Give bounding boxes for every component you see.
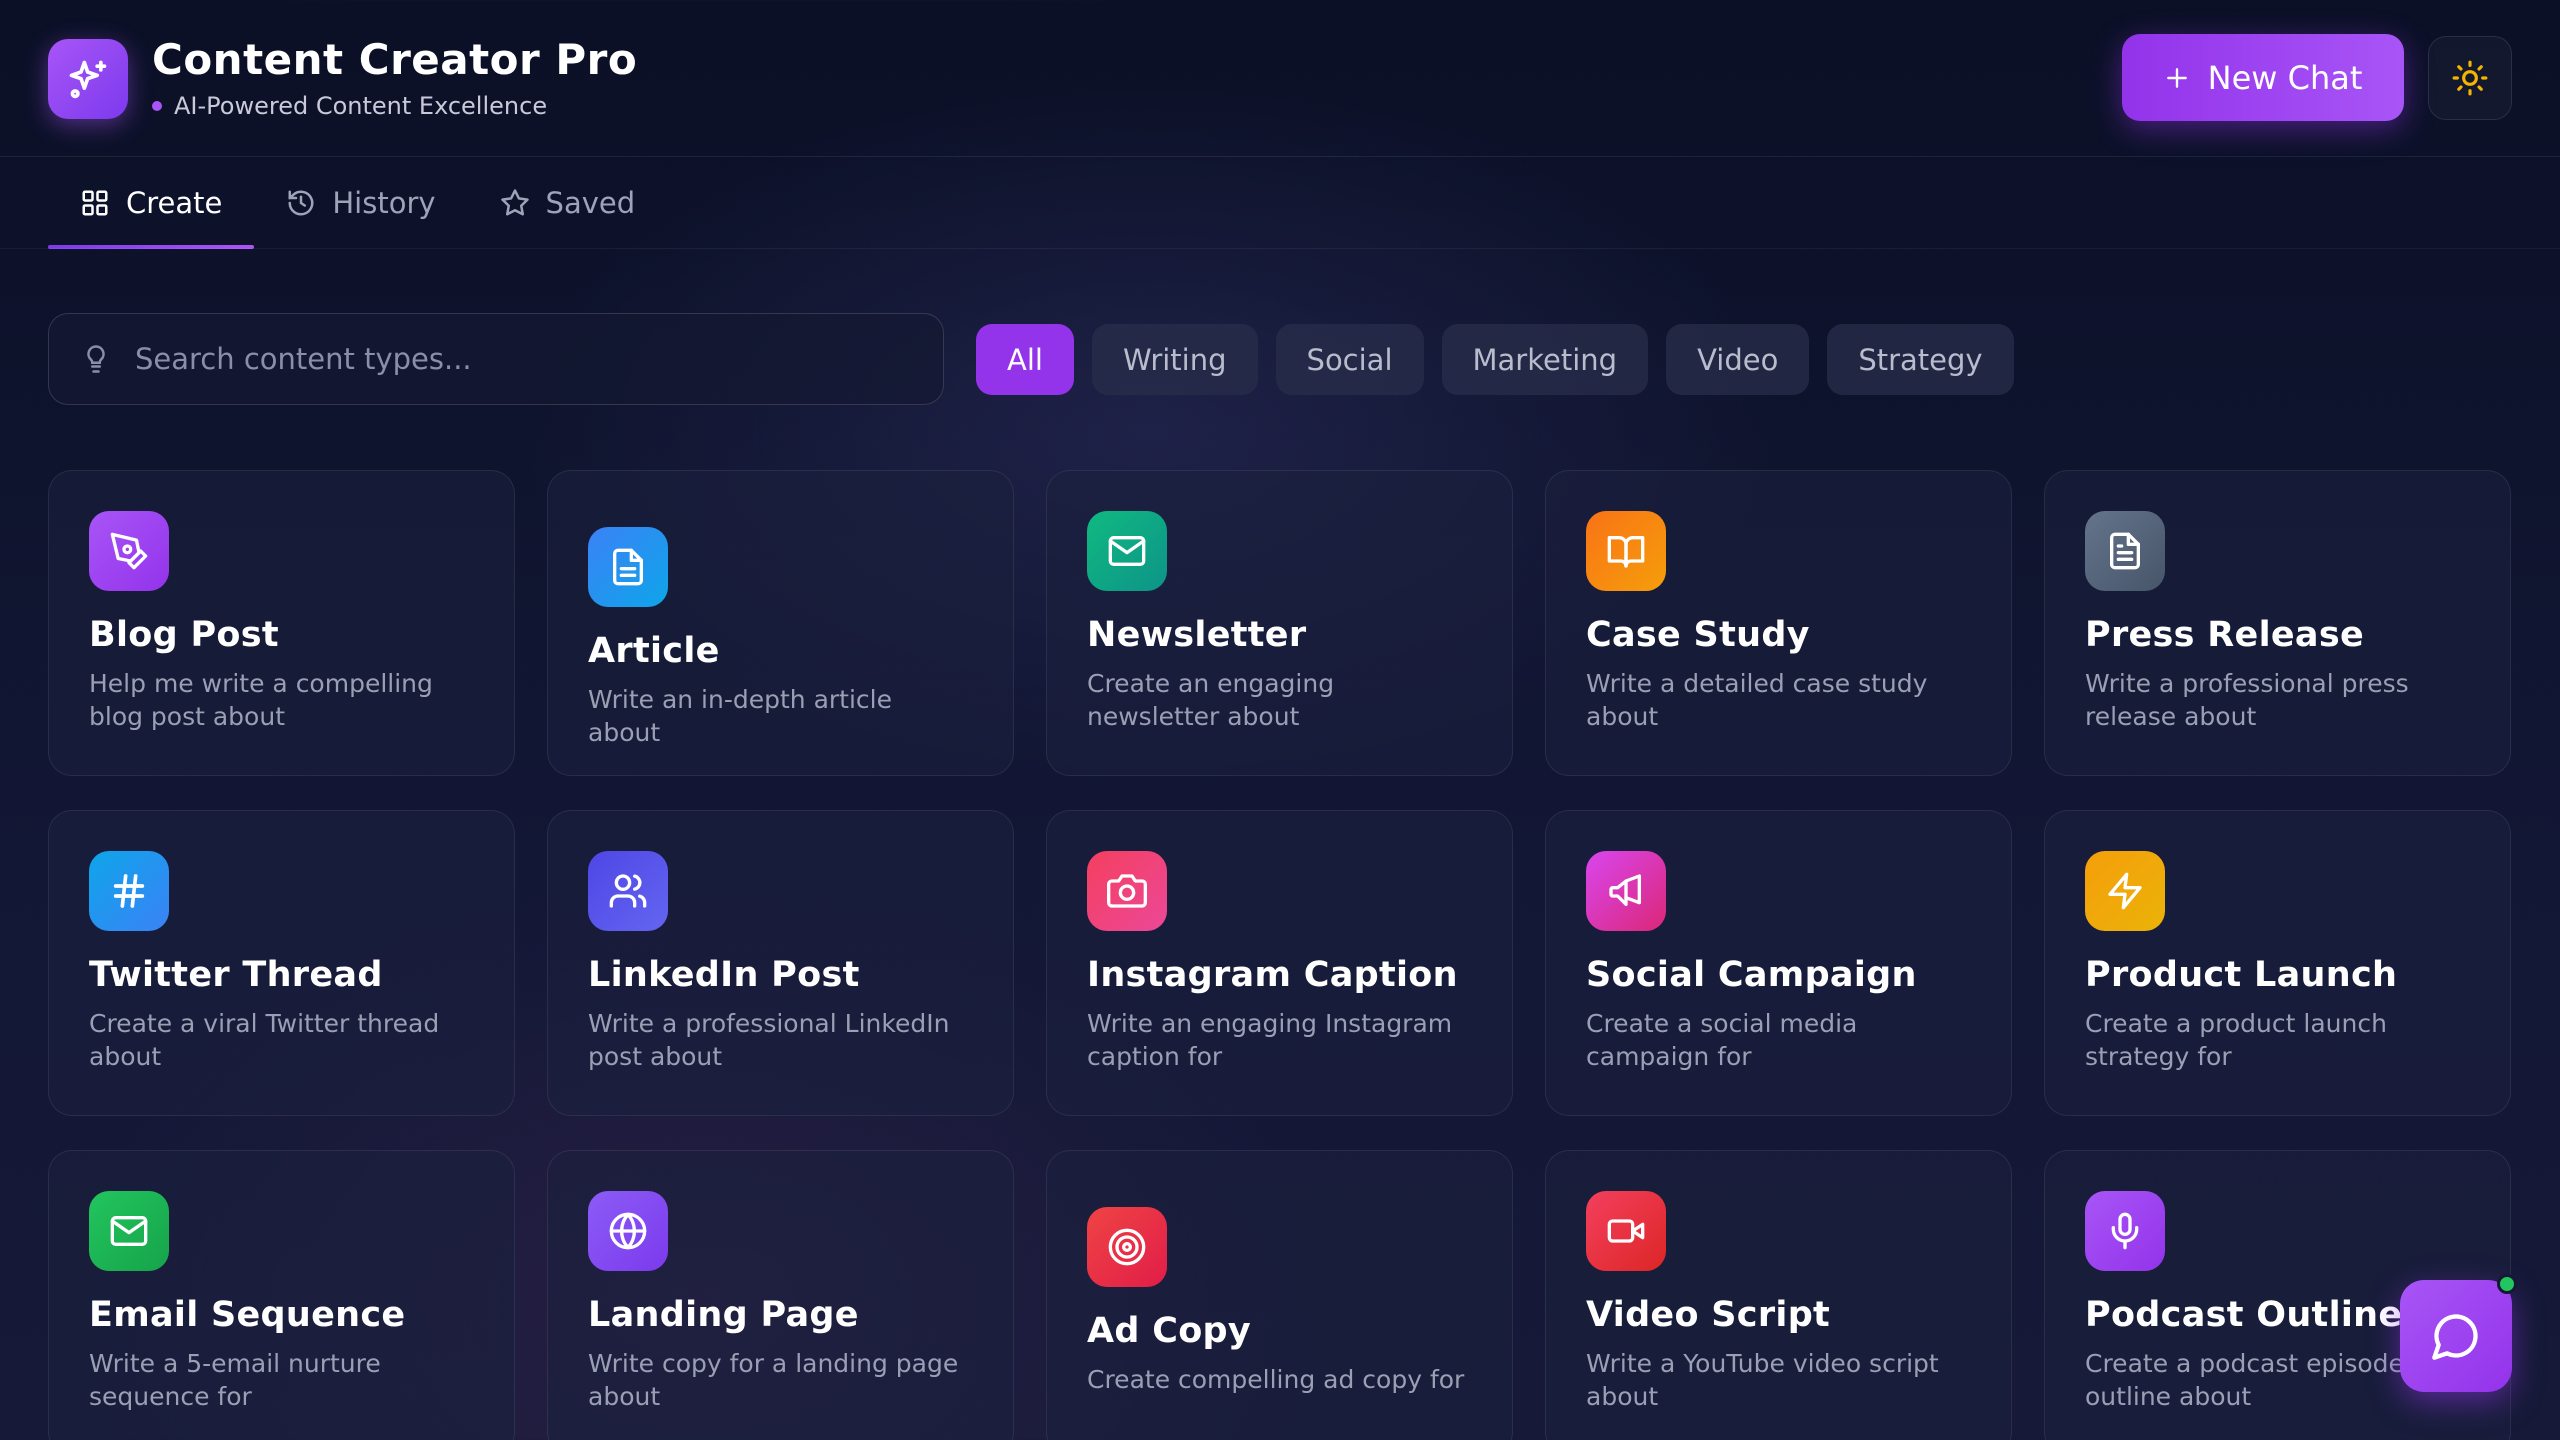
divider <box>0 248 2560 249</box>
history-icon <box>288 190 314 216</box>
card-description: Write a 5-email nurture sequence for <box>89 1349 381 1411</box>
app-title: Content Creator Pro <box>152 35 638 84</box>
card-title: Landing Page <box>588 1295 859 1335</box>
card-title: LinkedIn Post <box>588 955 860 995</box>
card-description: Create an engaging newsletter about <box>1087 669 1335 731</box>
filter-strategy[interactable]: Strategy <box>1827 324 2014 395</box>
card-twitter-thread[interactable]: Twitter Thread Create a viral Twitter th… <box>48 810 515 1116</box>
mail-icon <box>89 1191 169 1271</box>
card-description: Create a product launch strategy for <box>2085 1009 2387 1071</box>
zap-icon <box>2085 851 2165 931</box>
card-case-study[interactable]: Case Study Write a detailed case study a… <box>1545 470 2012 776</box>
card-description: Create compelling ad copy for <box>1087 1365 1465 1394</box>
card-title: Case Study <box>1586 615 1810 655</box>
mic-icon <box>2085 1191 2165 1271</box>
card-title: Press Release <box>2085 615 2365 655</box>
card-article[interactable]: Article Write an in-depth article about <box>547 470 1014 776</box>
card-description: Write copy for a landing page about <box>588 1349 959 1411</box>
card-title: Blog Post <box>89 615 279 655</box>
search-input[interactable] <box>135 342 895 376</box>
plus-icon <box>2166 67 2187 88</box>
card-description: Create a viral Twitter thread about <box>89 1009 440 1071</box>
card-press-release[interactable]: Press Release Write a professional press… <box>2044 470 2511 776</box>
card-description: Write a YouTube video script about <box>1586 1349 1939 1411</box>
chat-bubble-icon <box>2432 1314 2478 1360</box>
globe-icon <box>588 1191 668 1271</box>
filter-social[interactable]: Social <box>1275 324 1424 395</box>
filter-chips: All Writing Social Marketing Video Strat… <box>976 324 2014 395</box>
new-chat-button[interactable]: New Chat <box>2122 34 2404 121</box>
card-title: Twitter Thread <box>89 955 383 995</box>
star-icon <box>500 189 529 216</box>
card-description: Write an in-depth article about <box>588 685 893 747</box>
card-product-launch[interactable]: Product Launch Create a product launch s… <box>2044 810 2511 1116</box>
lightbulb-icon <box>87 345 105 373</box>
content-type-grid: Blog Post Help me write a compelling blo… <box>48 470 2511 1440</box>
filter-marketing[interactable]: Marketing <box>1441 324 1649 395</box>
tab-history[interactable]: History <box>254 157 467 249</box>
tab-create[interactable]: Create <box>48 157 255 249</box>
new-chat-label: New Chat <box>2207 58 2363 97</box>
card-title: Article <box>588 631 720 671</box>
camera-icon <box>1087 851 1167 931</box>
card-title: Newsletter <box>1087 615 1307 655</box>
card-ad-copy[interactable]: Ad Copy Create compelling ad copy for <box>1046 1150 1513 1440</box>
card-description: Write an engaging Instagram caption for <box>1087 1009 1453 1071</box>
mail-icon <box>1087 511 1167 591</box>
document-icon <box>2085 511 2165 591</box>
pen-tool-icon <box>89 511 169 591</box>
card-description: Write a detailed case study about <box>1586 669 1928 731</box>
card-video-script[interactable]: Video Script Write a YouTube video scrip… <box>1545 1150 2012 1440</box>
search-box[interactable] <box>48 313 944 405</box>
card-linkedin-post[interactable]: LinkedIn Post Write a professional Linke… <box>547 810 1014 1116</box>
users-icon <box>588 851 668 931</box>
file-text-icon <box>588 527 668 607</box>
hash-icon <box>89 851 169 931</box>
megaphone-icon <box>1586 851 1666 931</box>
card-title: Social Campaign <box>1586 955 1917 995</box>
filter-all[interactable]: All <box>976 324 1074 395</box>
tab-bar: Create History Saved <box>48 157 667 249</box>
status-dot <box>152 101 162 111</box>
target-icon <box>1087 1207 1167 1287</box>
grid-icon <box>82 190 108 216</box>
video-icon <box>1586 1191 1666 1271</box>
card-landing-page[interactable]: Landing Page Write copy for a landing pa… <box>547 1150 1014 1440</box>
card-social-campaign[interactable]: Social Campaign Create a social media ca… <box>1545 810 2012 1116</box>
header: Content Creator Pro AI-Powered Content E… <box>0 0 2560 157</box>
tab-saved-label: Saved <box>545 186 636 220</box>
filter-video[interactable]: Video <box>1666 324 1810 395</box>
card-title: Product Launch <box>2085 955 2398 995</box>
sun-icon <box>2452 60 2488 96</box>
card-title: Email Sequence <box>89 1295 406 1335</box>
chat-launcher-button[interactable] <box>2400 1280 2512 1392</box>
sparkles-icon <box>48 39 128 119</box>
card-title: Video Script <box>1586 1295 1831 1335</box>
card-newsletter[interactable]: Newsletter Create an engaging newsletter… <box>1046 470 1513 776</box>
brand: Content Creator Pro AI-Powered Content E… <box>48 38 637 120</box>
filter-writing[interactable]: Writing <box>1091 324 1258 395</box>
card-title: Ad Copy <box>1087 1311 1252 1351</box>
card-description: Create a social media campaign for <box>1586 1009 1858 1071</box>
card-blog-post[interactable]: Blog Post Help me write a compelling blo… <box>48 470 515 776</box>
card-email-sequence[interactable]: Email Sequence Write a 5-email nurture s… <box>48 1150 515 1440</box>
tab-history-label: History <box>332 186 436 220</box>
card-description: Help me write a compelling blog post abo… <box>89 669 433 731</box>
app-subtitle: AI-Powered Content Excellence <box>152 92 637 120</box>
card-description: Write a professional LinkedIn post about <box>588 1009 950 1071</box>
card-instagram-caption[interactable]: Instagram Caption Write an engaging Inst… <box>1046 810 1513 1116</box>
card-title: Instagram Caption <box>1087 955 1458 995</box>
tab-saved[interactable]: Saved <box>468 157 668 249</box>
app-subtitle-text: AI-Powered Content Excellence <box>174 92 548 120</box>
card-description: Write a professional press release about <box>2085 669 2409 731</box>
theme-toggle-button[interactable] <box>2428 36 2512 120</box>
tab-create-label: Create <box>126 186 223 220</box>
book-open-icon <box>1586 511 1666 591</box>
online-status-dot <box>2497 1274 2517 1294</box>
